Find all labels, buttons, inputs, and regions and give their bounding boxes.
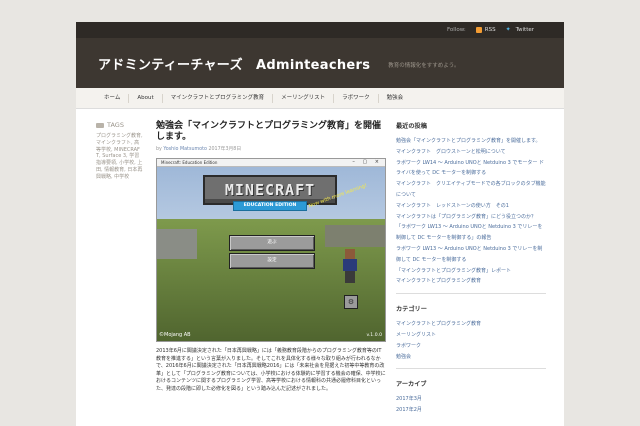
nav-item-labwork[interactable]: ラボワーク — [334, 93, 379, 103]
screenshot-window-title: Minecraft: Education Edition — [161, 160, 218, 165]
recent-post-link[interactable]: マインクラフト グロウストーンと松明について — [396, 147, 546, 158]
post-body: 2013年6月に閣議決定された「日本再興戦略」には「義務教育段階からのプログラミ… — [156, 348, 386, 392]
category-link[interactable]: 勉強会 — [396, 352, 546, 363]
minecraft-logo-text: MINECRAFT — [224, 181, 316, 199]
nav-item-about[interactable]: About — [129, 93, 163, 103]
post-author[interactable]: Yoshio Matsumoto — [163, 147, 206, 152]
nav-item-mailing-list[interactable]: メーリングリスト — [273, 93, 335, 103]
post-title[interactable]: 勉強会「マインクラフトとプログラミング教育」を開催します。 — [156, 121, 386, 143]
archive-link[interactable]: 2017年3月 — [396, 394, 546, 405]
category-link[interactable]: メーリングリスト — [396, 330, 546, 341]
education-edition-badge: EDUCATION EDITION — [233, 201, 307, 211]
sidebar: 最近の投稿 勉強会「マインクラフトとプログラミング教育」を開催します。 マインク… — [396, 121, 546, 426]
page: Follow: RSS ✦ Twitter アドミンティーチャーズ Admint… — [76, 22, 564, 426]
category-link[interactable]: マインクラフトとプログラミング教育 — [396, 319, 546, 330]
recent-post-link[interactable]: 「ラボワーク LW13 ～ Arduino UNOと Netduino 3 でリ… — [396, 222, 546, 244]
nav-item-study[interactable]: 勉強会 — [379, 94, 412, 103]
screenshot-window-bar: Minecraft: Education Edition – ▢ × — [157, 159, 385, 167]
rss-label: RSS — [484, 27, 496, 33]
recent-post-link[interactable]: ラボワーク LW13 ～ Arduino UNOと Netduino 3 でリレ… — [396, 244, 546, 266]
tags-list[interactable]: プログラミング教育, マインクラフト, 高等学校, MINECRAFT, Sur… — [96, 133, 144, 181]
recent-posts-heading: 最近の投稿 — [396, 123, 427, 130]
category-link[interactable]: ラボワーク — [396, 341, 546, 352]
recent-post-link[interactable]: マインクラフト レッドストーンの使い方 その1 — [396, 201, 546, 212]
archive-list: 2017年3月 2017年2月 — [396, 394, 546, 422]
category-heading: カテゴリー — [396, 306, 427, 314]
tags-heading-label: TAGS — [107, 121, 124, 129]
screenshot-stone — [325, 225, 385, 247]
recent-post-link[interactable]: マインクラフトとプログラミング教育 — [396, 276, 546, 287]
category-list: マインクラフトとプログラミング教育 メーリングリスト ラボワーク 勉強会 — [396, 319, 546, 370]
post-meta: by Yoshio Matsumoto 2017年3月8日 — [156, 145, 386, 152]
version-label: v.1.0.0 — [366, 333, 382, 338]
nav-item-minecraft[interactable]: マインクラフトとプログラミング教育 — [163, 93, 274, 103]
main-nav: ホーム About マインクラフトとプログラミング教育 メーリングリスト ラボワ… — [76, 88, 564, 109]
archive-link[interactable]: 2017年2月 — [396, 405, 546, 416]
recent-post-link[interactable]: マインクラフトは「プログラミング教育」にどう役立つのか？ — [396, 212, 546, 223]
post: 勉強会「マインクラフトとプログラミング教育」を開催します。 by Yoshio … — [156, 121, 386, 394]
recent-post-link[interactable]: マインクラフト クリエイティブモードでの各ブロックのタブ機能について — [396, 179, 546, 201]
rss-icon — [475, 27, 482, 33]
settings-button: 設定 — [229, 253, 315, 269]
player-character — [343, 249, 357, 283]
twitter-icon: ✦ — [505, 26, 511, 33]
minecraft-screenshot: Minecraft: Education Edition – ▢ × MINEC… — [156, 158, 386, 342]
recent-post-link[interactable]: 勉強会「マインクラフトとプログラミング教育」を開催します。 — [396, 136, 546, 147]
post-date: 2017年3月8日 — [208, 147, 242, 152]
site-header: アドミンティーチャーズ Adminteachers 教育の情報化をすすめよう。 — [76, 38, 564, 88]
archive-heading: アーカイブ — [396, 381, 427, 389]
recent-post-link[interactable]: 「マインクラフトとプログラミング教育」レポート — [396, 266, 546, 277]
tags-widget: TAGS プログラミング教育, マインクラフト, 高等学校, MINECRAFT… — [96, 121, 144, 181]
follow-label: Follow: — [446, 27, 466, 33]
nav-item-home[interactable]: ホーム — [96, 93, 130, 103]
window-controls-icon: – ▢ × — [352, 159, 382, 165]
tags-heading: TAGS — [96, 121, 144, 129]
content-area: TAGS プログラミング教育, マインクラフト, 高等学校, MINECRAFT… — [76, 109, 564, 426]
recent-post-link[interactable]: ラボワーク LW14 ～ Arduino UNOと Netduino 3 でモー… — [396, 158, 546, 180]
tag-icon — [96, 122, 104, 128]
mojang-credit: ©Mojang AB — [159, 332, 191, 338]
skin-gear-icon: ⚙ — [344, 295, 358, 309]
twitter-link[interactable]: ✦ Twitter — [505, 26, 534, 34]
screenshot-stone — [157, 229, 197, 259]
site-tagline: 教育の情報化をすすめよう。 — [388, 63, 460, 69]
play-button: 遊ぶ — [229, 235, 315, 251]
site-title[interactable]: アドミンティーチャーズ Adminteachers — [98, 54, 370, 73]
rss-link[interactable]: RSS — [475, 27, 496, 33]
twitter-label: Twitter — [515, 27, 534, 33]
recent-posts-list: 勉強会「マインクラフトとプログラミング教育」を開催します。 マインクラフト グロ… — [396, 136, 546, 295]
top-bar: Follow: RSS ✦ Twitter — [76, 22, 564, 38]
meta-by: by — [156, 147, 162, 152]
